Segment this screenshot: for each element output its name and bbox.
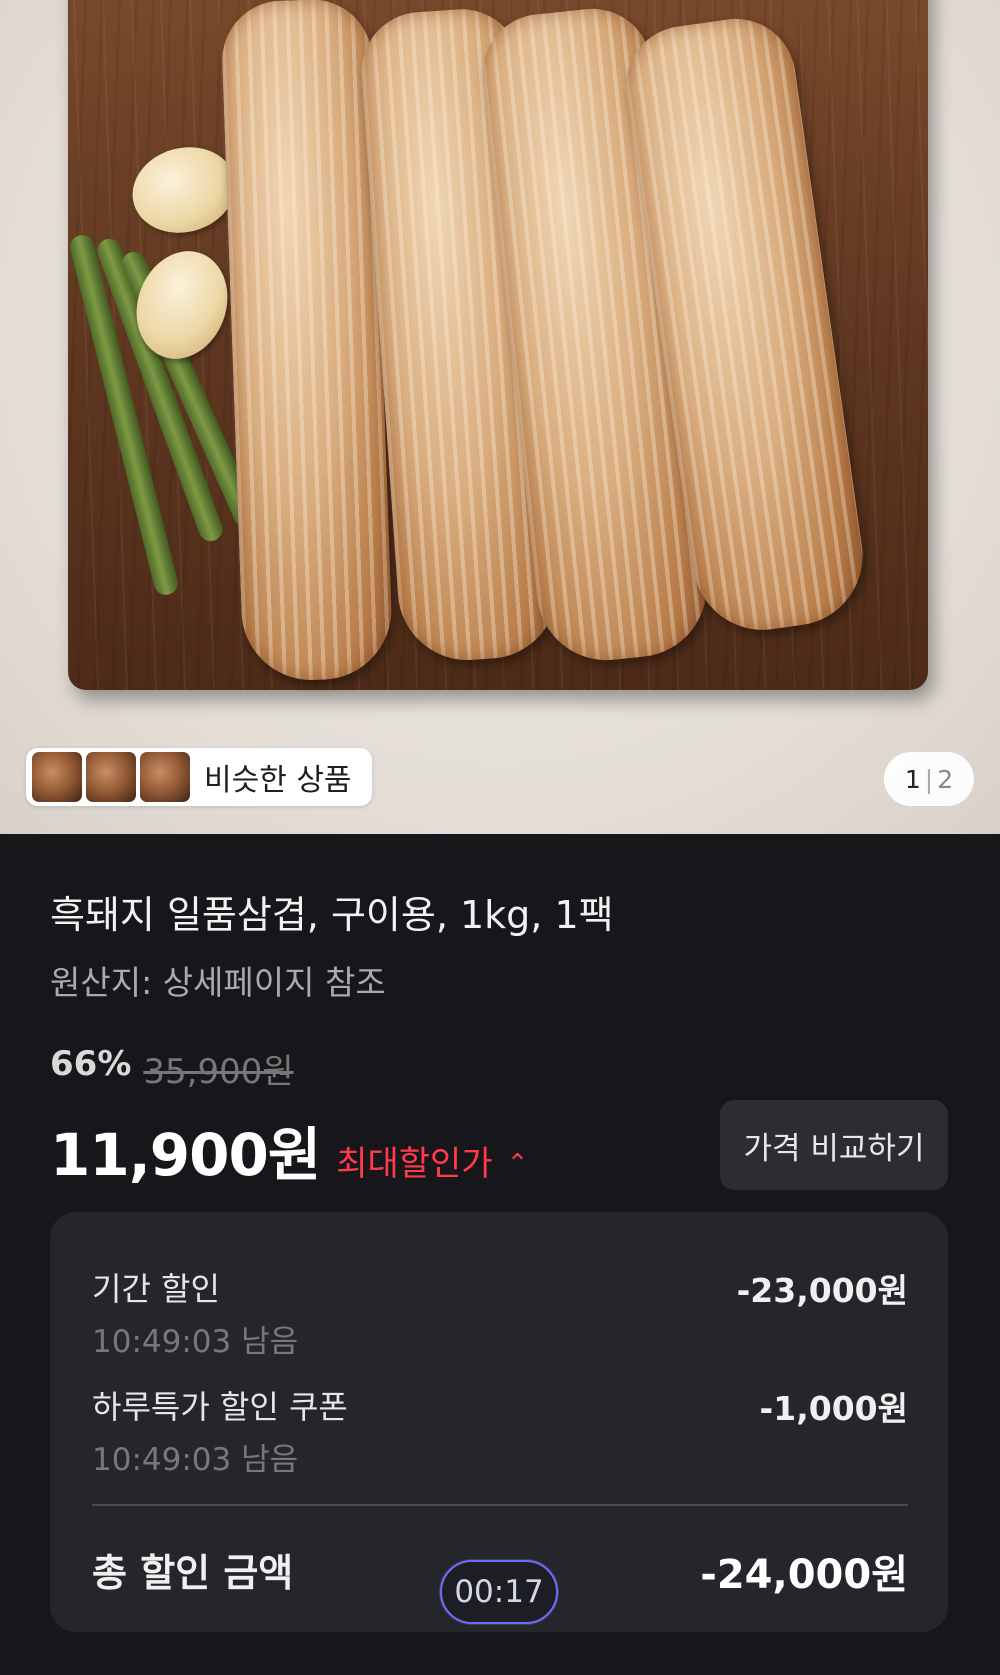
similar-thumbnail [32,752,82,802]
similar-products-label: 비슷한 상품 [204,763,352,798]
total-discount-label: 총 할인 금액 [92,1551,294,1595]
similar-products-button[interactable]: 비슷한 상품 [26,748,372,806]
price-row: 11,900원 최대할인가 ⌃ [50,1108,528,1192]
divider [92,1504,908,1506]
countdown-timer-badge: 00:17 [440,1560,558,1624]
original-price: 35,900원 [143,1052,294,1092]
total-discount-amount: -24,000원 [700,1552,908,1598]
similar-thumbnail [86,752,136,802]
discount-item-label: 기간 할인 [92,1270,220,1308]
discount-item-label: 하루특가 할인 쿠폰 [92,1388,348,1426]
pager-total: 2 [937,764,954,794]
price-compare-button[interactable]: 가격 비교하기 [720,1100,948,1190]
similar-thumbnail [140,752,190,802]
max-discount-toggle[interactable]: 최대할인가 [336,1136,492,1185]
discount-row: 66% 35,900원 [50,1044,294,1093]
discount-rate: 66% [50,1044,132,1084]
discount-item-time-left: 10:49:03 남음 [92,1442,299,1478]
image-pager: 1 | 2 [884,752,974,806]
pager-separator: | [924,764,934,794]
product-image[interactable]: 비슷한 상품 1 | 2 [0,0,1000,834]
sale-price: 11,900원 [50,1121,321,1189]
product-origin: 원산지: 상세페이지 참조 [50,963,386,1002]
chevron-up-icon[interactable]: ⌃ [507,1149,529,1179]
pager-current: 1 [904,764,921,794]
product-title: 흑돼지 일품삼겹, 구이용, 1kg, 1팩 [50,893,614,937]
discount-item-time-left: 10:49:03 남음 [92,1324,299,1360]
discount-item-amount: -23,000원 [736,1271,908,1310]
discount-item-amount: -1,000원 [759,1389,908,1428]
